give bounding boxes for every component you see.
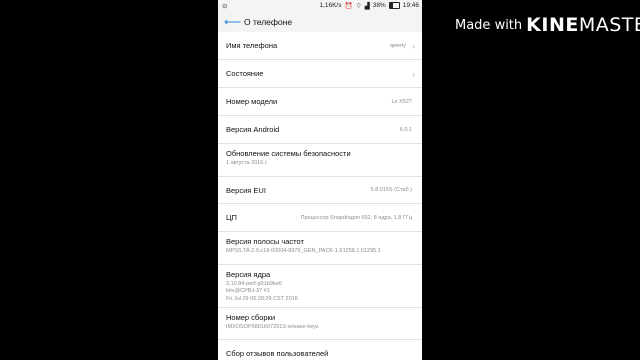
about-phone-list: Имя телефона qwerty › Состояние › Номер … bbox=[218, 32, 422, 360]
kinemaster-watermark: Made withKINEMASTER bbox=[455, 14, 640, 36]
clock: 19:46 bbox=[402, 2, 419, 9]
row-label: Номер модели bbox=[226, 97, 278, 106]
row-android-version[interactable]: Версия Android 6.0.1 bbox=[218, 116, 422, 144]
row-security-update: Обновление системы безопасности 1 август… bbox=[218, 144, 422, 177]
watermark-made-with: Made with bbox=[455, 18, 523, 33]
row-sub-lines: 3.10.84-perf-g91b9be6 letv@CPBJ-37 #1 Fr… bbox=[226, 281, 414, 303]
watermark-brand-kine: KINE bbox=[526, 14, 579, 36]
status-bar: ⊙ 1,16K/s ⏰ ⌔ ▟ 38% 19:46 bbox=[218, 0, 422, 11]
row-label: ЦП bbox=[226, 213, 237, 222]
app-bar: ⟵ О телефоне bbox=[218, 11, 422, 32]
status-right: 1,16K/s ⏰ ⌔ ▟ 38% 19:46 bbox=[319, 1, 419, 10]
row-value: 6.0.1 bbox=[399, 126, 412, 133]
row-value: qwerty bbox=[389, 42, 406, 49]
watermark-brand-master: MASTER bbox=[578, 14, 640, 36]
row-label: Версия Android bbox=[226, 125, 280, 134]
row-user-feedback[interactable]: Сбор отзывов пользователей bbox=[218, 340, 422, 360]
back-arrow-icon[interactable]: ⟵ bbox=[224, 16, 241, 28]
kernel-line: letv@CPBJ-37 #1 bbox=[226, 288, 270, 295]
kernel-line: 3.10.84-perf-g91b9be6 bbox=[226, 281, 282, 287]
row-model-number: Номер модели Le X527 bbox=[218, 88, 422, 116]
page-title: О телефоне bbox=[244, 16, 293, 27]
kernel-line: Fri Jul 29 05:28:29 CST 2016 bbox=[226, 295, 298, 302]
phone-screen: ⊙ 1,16K/s ⏰ ⌔ ▟ 38% 19:46 ⟵ О телефоне И… bbox=[218, 0, 422, 360]
network-speed: 1,16K/s bbox=[319, 2, 342, 9]
row-value: Процессор Snapdragon 652, 8 ядра, 1,8 ГГ… bbox=[300, 214, 412, 221]
row-baseband-version: Версия полосы частот MPSS.TA.2.0.c18-000… bbox=[218, 232, 422, 265]
row-cpu: ЦП Процессор Snapdragon 652, 8 ядра, 1,8… bbox=[218, 204, 422, 232]
row-eui-version: Версия EUI 5.8.016S (Стаб.) bbox=[218, 177, 422, 204]
row-label: Состояние bbox=[226, 69, 264, 78]
chevron-right-icon: › bbox=[412, 40, 415, 51]
row-build-number[interactable]: Номер сборки IMXOSOP5801607291S release-… bbox=[218, 308, 422, 340]
chevron-right-icon: › bbox=[412, 68, 415, 79]
wifi-icon: ⌔ bbox=[355, 3, 362, 10]
row-label: Имя телефона bbox=[226, 41, 278, 50]
row-value: Le X527 bbox=[391, 98, 413, 105]
row-sub: 1 августа 2016 г. bbox=[226, 160, 268, 166]
row-label: Версия полосы частот bbox=[226, 237, 304, 246]
row-label: Обновление системы безопасности bbox=[226, 149, 351, 158]
row-phone-name[interactable]: Имя телефона qwerty › bbox=[218, 32, 422, 60]
notification-icon: ⊙ bbox=[222, 2, 228, 10]
row-sub: MPSS.TA.2.0.c18-00004-8976_GEN_PACK-1.61… bbox=[226, 248, 381, 254]
row-label: Версия EUI bbox=[226, 185, 266, 195]
row-label: Номер сборки bbox=[226, 313, 276, 322]
signal-icon: ▟ bbox=[364, 2, 370, 10]
row-label: Сбор отзывов пользователей bbox=[226, 349, 329, 358]
row-value: 5.8.016S (Стаб.) bbox=[370, 187, 412, 193]
battery-percent: 38% bbox=[372, 2, 386, 9]
row-kernel-version: Версия ядра 3.10.84-perf-g91b9be6 letv@C… bbox=[218, 265, 422, 308]
alarm-icon: ⏰ bbox=[344, 2, 353, 10]
row-sub: IMXOSOP5801607291S release-keys bbox=[226, 324, 319, 330]
row-label: Версия ядра bbox=[226, 270, 271, 279]
row-status[interactable]: Состояние › bbox=[218, 60, 422, 88]
battery-icon bbox=[388, 2, 400, 9]
